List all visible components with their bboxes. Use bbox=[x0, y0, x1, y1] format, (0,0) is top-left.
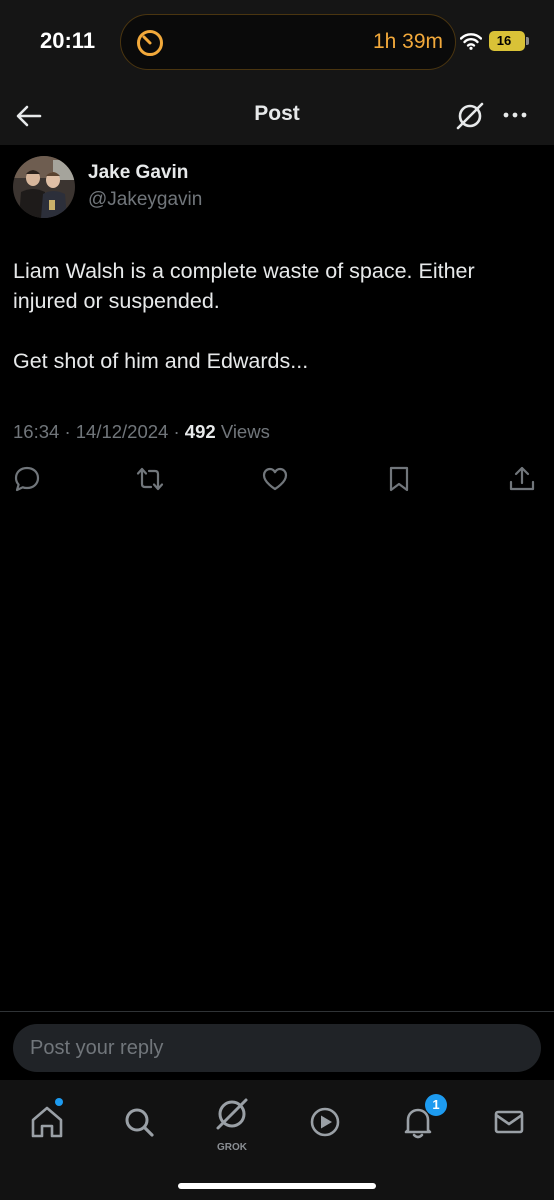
tab-messages[interactable] bbox=[487, 1100, 531, 1144]
search-icon bbox=[125, 1108, 154, 1137]
reply-placeholder: Post your reply bbox=[30, 1037, 164, 1059]
video-icon bbox=[310, 1107, 340, 1137]
home-icon bbox=[31, 1106, 63, 1138]
messages-icon bbox=[494, 1110, 524, 1134]
home-unread-dot bbox=[55, 1098, 63, 1106]
notification-badge: 1 bbox=[425, 1094, 447, 1116]
timer-icon bbox=[137, 30, 163, 56]
tab-bar: GROK 1 bbox=[0, 1080, 554, 1200]
tab-home[interactable] bbox=[25, 1098, 69, 1144]
post-text: Liam Walsh is a complete waste of space.… bbox=[13, 259, 475, 373]
grok-label: GROK bbox=[217, 1142, 247, 1153]
divider bbox=[0, 1011, 554, 1012]
reply-icon[interactable] bbox=[13, 465, 41, 493]
share-icon[interactable] bbox=[508, 465, 536, 493]
author-name[interactable]: Jake Gavin bbox=[88, 162, 188, 184]
battery-icon: 16 bbox=[489, 31, 529, 51]
post-header: Post bbox=[0, 85, 554, 145]
arrow-left-icon[interactable] bbox=[14, 101, 44, 131]
tab-video[interactable] bbox=[303, 1100, 347, 1144]
avatar[interactable] bbox=[13, 156, 75, 218]
tab-grok[interactable]: GROK bbox=[210, 1092, 254, 1153]
grok-icon[interactable] bbox=[454, 100, 486, 132]
author-handle[interactable]: @Jakeygavin bbox=[88, 189, 202, 211]
more-horizontal-icon[interactable] bbox=[500, 100, 530, 130]
views-label: Views bbox=[220, 421, 270, 442]
post-time: 16:34 bbox=[13, 421, 60, 442]
views-count[interactable]: 492 bbox=[185, 421, 216, 442]
like-icon[interactable] bbox=[261, 465, 289, 493]
meta-separator: · bbox=[173, 421, 180, 442]
dynamic-island[interactable]: 1h 39m bbox=[120, 14, 456, 70]
status-time: 20:11 bbox=[40, 28, 96, 53]
post-date: 14/12/2024 bbox=[75, 421, 169, 442]
grok-icon bbox=[216, 1098, 248, 1130]
home-indicator bbox=[178, 1183, 376, 1189]
wifi-icon bbox=[460, 33, 482, 50]
reply-input[interactable]: Post your reply bbox=[13, 1024, 541, 1072]
repost-icon[interactable] bbox=[136, 465, 164, 493]
post-meta: 16:34 · 14/12/2024 · 492 Views bbox=[13, 421, 270, 443]
tab-search[interactable] bbox=[117, 1100, 161, 1144]
battery-level: 16 bbox=[496, 33, 512, 48]
status-bar: 20:11 1h 39m 16 bbox=[0, 0, 554, 85]
timer-text: 1h 39m bbox=[372, 30, 443, 53]
bookmark-icon[interactable] bbox=[385, 465, 413, 493]
meta-separator: · bbox=[64, 421, 71, 442]
tab-notifications[interactable]: 1 bbox=[396, 1094, 447, 1144]
